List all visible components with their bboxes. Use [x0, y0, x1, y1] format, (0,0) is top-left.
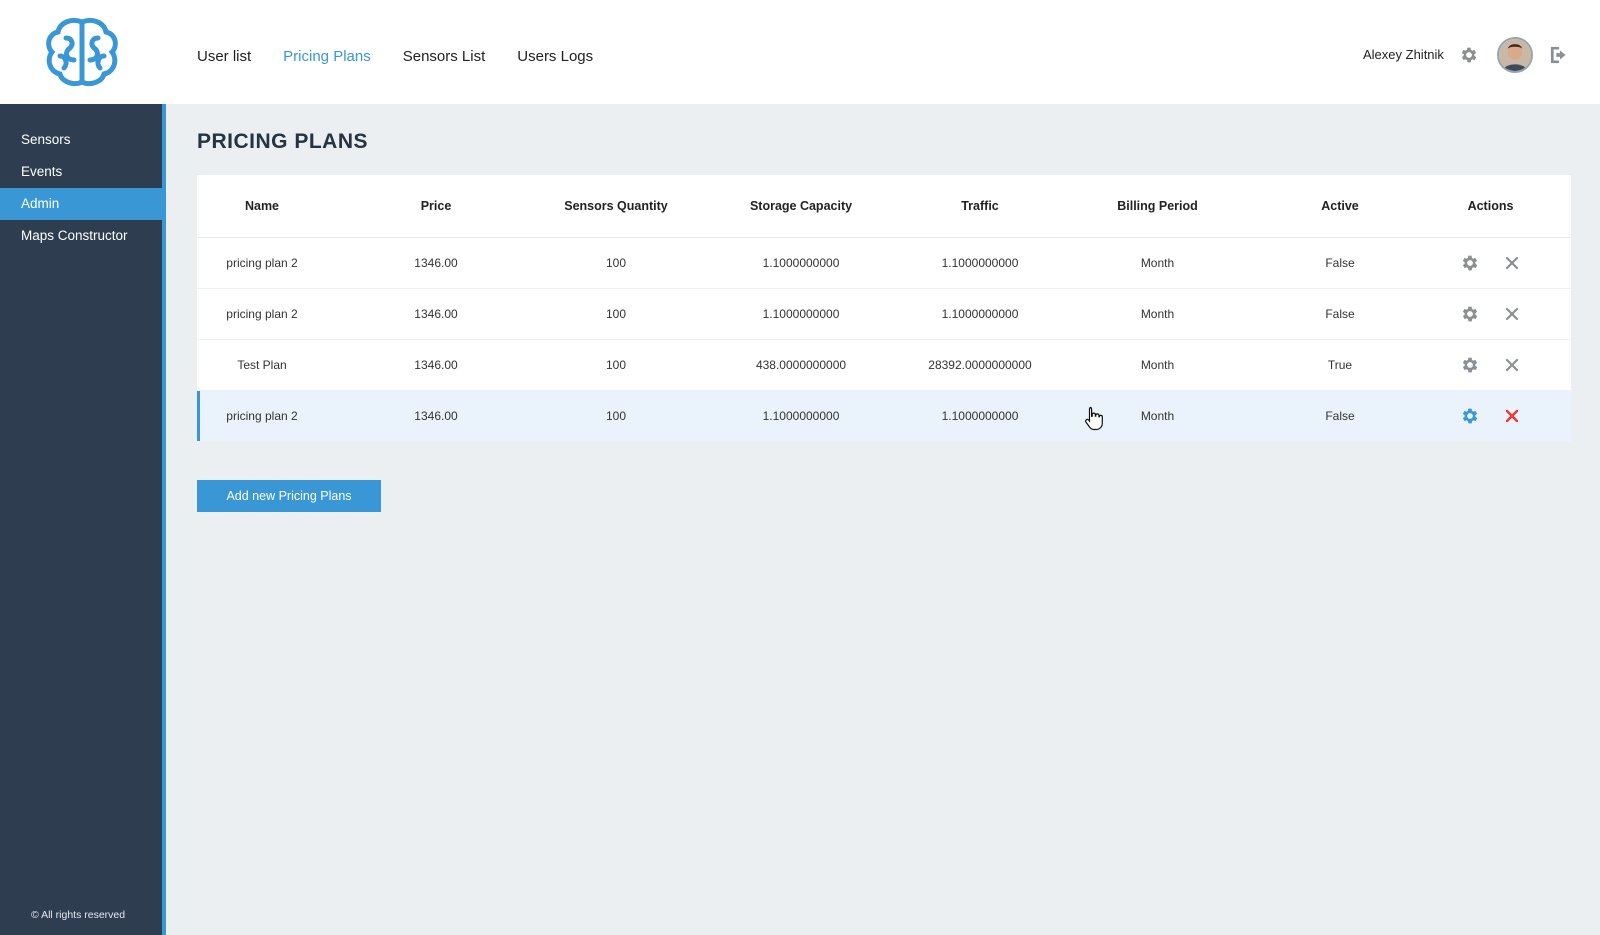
gear-icon[interactable]: [1460, 355, 1480, 375]
cell-name: Test Plan: [237, 358, 287, 372]
pricing-plans-table: Name Price Sensors Quantity Storage Capa…: [197, 175, 1571, 442]
sidebar-menu: Sensors Events Admin Maps Constructor: [0, 124, 162, 252]
avatar[interactable]: [1497, 37, 1533, 73]
gear-icon[interactable]: [1460, 304, 1480, 324]
column-header-sensors-quantity[interactable]: Sensors Quantity: [545, 199, 687, 213]
cell-name: pricing plan 2: [226, 307, 298, 321]
cell-active: True: [1327, 358, 1353, 372]
cell-actions: [1410, 304, 1571, 324]
cell-sensors-quantity: 100: [605, 358, 627, 372]
sidebar-item-maps-constructor[interactable]: Maps Constructor: [0, 220, 162, 252]
sidebar: Sensors Events Admin Maps Constructor © …: [0, 104, 166, 935]
cell-actions: [1410, 406, 1571, 426]
cell-actions: [1410, 253, 1571, 273]
cell-price: 1346.00: [414, 307, 458, 321]
cell-name: pricing plan 2: [226, 256, 298, 270]
cell-active: False: [1325, 307, 1355, 321]
cell-name: pricing plan 2: [226, 409, 298, 423]
gear-icon[interactable]: [1460, 406, 1480, 426]
add-pricing-plan-button[interactable]: Add new Pricing Plans: [197, 480, 381, 512]
close-icon[interactable]: [1502, 304, 1522, 324]
cell-sensors-quantity: 100: [605, 307, 627, 321]
column-header-actions: Actions: [1467, 199, 1514, 213]
hand-cursor-icon: [1085, 406, 1103, 431]
cell-storage-capacity: 1.1000000000: [762, 409, 840, 423]
nav-users-logs[interactable]: Users Logs: [517, 48, 593, 65]
cell-traffic: 1.1000000000: [941, 256, 1019, 270]
page-title: PRICING PLANS: [197, 130, 369, 153]
cell-billing-period: Month: [1140, 358, 1175, 372]
cell-price: 1346.00: [414, 256, 458, 270]
cell-active: False: [1325, 409, 1355, 423]
table-row[interactable]: pricing plan 2 1346.00 100 1.1000000000 …: [197, 289, 1571, 340]
column-header-traffic[interactable]: Traffic: [915, 199, 1045, 213]
close-icon[interactable]: [1502, 253, 1522, 273]
logout-icon[interactable]: [1549, 45, 1571, 65]
close-icon[interactable]: [1502, 406, 1522, 426]
gear-icon[interactable]: [1459, 45, 1479, 65]
cell-storage-capacity: 1.1000000000: [762, 256, 840, 270]
column-header-storage-capacity[interactable]: Storage Capacity: [687, 199, 915, 213]
cell-actions: [1410, 355, 1571, 375]
column-header-billing-period[interactable]: Billing Period: [1045, 199, 1270, 213]
column-header-active[interactable]: Active: [1270, 199, 1410, 213]
close-icon[interactable]: [1502, 355, 1522, 375]
column-header-price[interactable]: Price: [327, 199, 545, 213]
sidebar-item-sensors[interactable]: Sensors: [0, 124, 162, 156]
user-name[interactable]: Alexey Zhitnik: [1363, 47, 1444, 62]
column-header-name[interactable]: Name: [197, 199, 327, 213]
table-header: Name Price Sensors Quantity Storage Capa…: [197, 175, 1571, 238]
nav-pricing-plans[interactable]: Pricing Plans: [283, 48, 371, 65]
cell-price: 1346.00: [414, 358, 458, 372]
cell-billing-period: Month: [1140, 256, 1175, 270]
cell-traffic: 1.1000000000: [941, 409, 1019, 423]
top-header: User list Pricing Plans Sensors List Use…: [0, 0, 1600, 104]
table-row[interactable]: pricing plan 2 1346.00 100 1.1000000000 …: [197, 238, 1571, 289]
cell-sensors-quantity: 100: [605, 256, 627, 270]
cell-billing-period: Month: [1140, 409, 1175, 423]
sidebar-item-admin[interactable]: Admin: [0, 188, 162, 220]
table-row[interactable]: Test Plan 1346.00 100 438.0000000000 283…: [197, 340, 1571, 391]
copyright: © All rights reserved: [31, 909, 126, 921]
cell-sensors-quantity: 100: [605, 409, 627, 423]
cell-traffic: 28392.0000000000: [928, 358, 1032, 372]
nav-sensors-list[interactable]: Sensors List: [403, 48, 486, 65]
cell-active: False: [1325, 256, 1355, 270]
nav-user-list[interactable]: User list: [197, 48, 251, 65]
cell-price: 1346.00: [414, 409, 458, 423]
sidebar-item-events[interactable]: Events: [0, 156, 162, 188]
brain-logo-icon[interactable]: [44, 16, 120, 88]
table-row[interactable]: pricing plan 2 1346.00 100 1.1000000000 …: [197, 391, 1571, 442]
gear-icon[interactable]: [1460, 253, 1480, 273]
top-navigation: User list Pricing Plans Sensors List Use…: [197, 48, 625, 65]
cell-traffic: 1.1000000000: [941, 307, 1019, 321]
cell-billing-period: Month: [1140, 307, 1175, 321]
cell-storage-capacity: 1.1000000000: [762, 307, 840, 321]
cell-storage-capacity: 438.0000000000: [755, 358, 847, 372]
